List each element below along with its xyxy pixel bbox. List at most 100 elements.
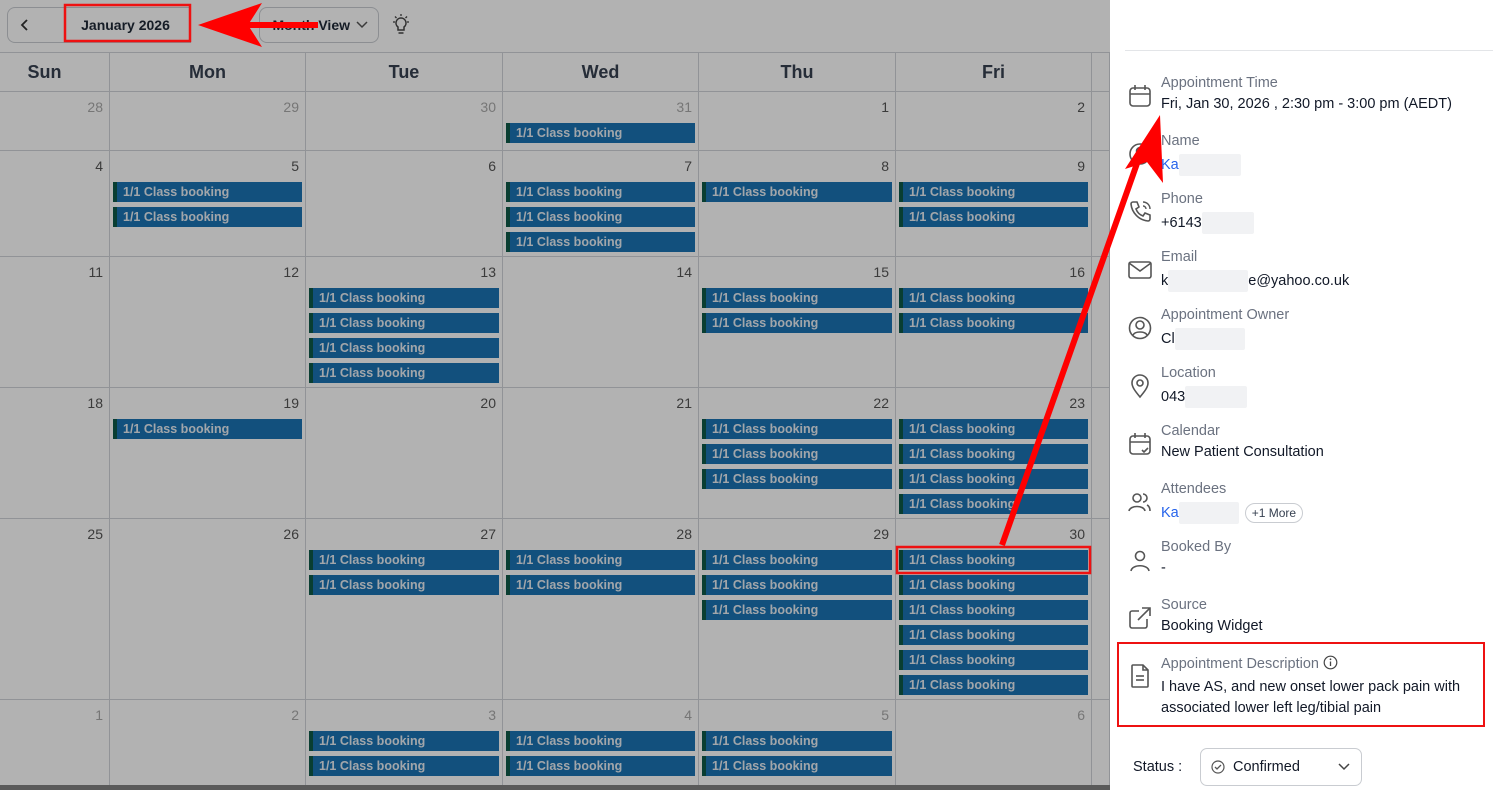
event-chip[interactable]: 1/1 Class booking: [702, 731, 892, 751]
attendees-value-row[interactable]: Ka +1 More: [1161, 502, 1304, 524]
event-chip[interactable]: 1/1 Class booking: [506, 123, 695, 143]
event-chip[interactable]: 1/1 Class booking: [899, 207, 1088, 227]
day-cell[interactable]: 28 1/1 Class booking 1/1 Class booking: [503, 519, 699, 699]
status-dropdown[interactable]: Confirmed: [1200, 748, 1362, 786]
event-chip[interactable]: 1/1 Class booking: [506, 207, 695, 227]
event-chip[interactable]: 1/1 Class booking: [899, 625, 1088, 645]
day-number: 4: [95, 158, 103, 174]
event-chip[interactable]: 1/1 Class booking: [113, 207, 302, 227]
day-cell[interactable]: 12: [110, 257, 306, 387]
day-cell[interactable]: 11: [0, 257, 110, 387]
calendar-view: January 2026 Month View Sun Mon Tue Wed Thu F…: [0, 0, 1110, 790]
day-cell[interactable]: 30: [306, 92, 503, 150]
current-month-label[interactable]: January 2026: [41, 7, 191, 43]
day-cell[interactable]: 4: [0, 151, 110, 256]
day-cell[interactable]: 14: [503, 257, 699, 387]
day-cell[interactable]: 20: [306, 388, 503, 518]
event-chip[interactable]: 1/1 Class booking: [113, 419, 302, 439]
event-chip[interactable]: 1/1 Class booking: [309, 575, 499, 595]
event-chip[interactable]: 1/1 Class booking: [506, 232, 695, 252]
event-chip[interactable]: 1/1 Class booking: [899, 650, 1088, 670]
day-cell[interactable]: 18: [0, 388, 110, 518]
event-chip[interactable]: 1/1 Class booking: [702, 313, 892, 333]
day-cell[interactable]: 16 1/1 Class booking 1/1 Class booking: [896, 257, 1092, 387]
event-chip[interactable]: 1/1 Class booking: [702, 288, 892, 308]
day-cell[interactable]: 7 1/1 Class booking 1/1 Class booking 1/1 C…: [503, 151, 699, 256]
day-cell[interactable]: 8 1/1 Class booking: [699, 151, 896, 256]
event-chip[interactable]: 1/1 Class booking: [899, 288, 1088, 308]
event-chip[interactable]: 1/1 Class booking: [899, 494, 1088, 514]
day-cell[interactable]: 2: [110, 700, 306, 789]
event-chip[interactable]: 1/1 Class booking: [702, 469, 892, 489]
event-chip[interactable]: 1/1 Class booking: [702, 600, 892, 620]
redacted-block: [1174, 328, 1245, 350]
day-cell[interactable]: 26: [110, 519, 306, 699]
view-selector[interactable]: Month View: [259, 7, 379, 43]
event-chip[interactable]: 1/1 Class booking: [899, 550, 1088, 570]
event-chip[interactable]: 1/1 Class booking: [702, 575, 892, 595]
day-cell[interactable]: 15 1/1 Class booking 1/1 Class booking: [699, 257, 896, 387]
day-cell[interactable]: 28: [0, 92, 110, 150]
day-cell[interactable]: 5 1/1 Class booking 1/1 Class booking: [699, 700, 896, 789]
prev-month-button[interactable]: [7, 7, 41, 43]
event-chip[interactable]: 1/1 Class booking: [702, 550, 892, 570]
mail-icon: [1128, 261, 1152, 279]
day-cell[interactable]: 6: [306, 151, 503, 256]
event-chip[interactable]: 1/1 Class booking: [899, 675, 1088, 695]
event-chip[interactable]: 1/1 Class booking: [899, 575, 1088, 595]
day-cell[interactable]: 19 1/1 Class booking: [110, 388, 306, 518]
event-chip[interactable]: 1/1 Class booking: [309, 313, 499, 333]
day-cell[interactable]: 3 1/1 Class booking 1/1 Class booking: [306, 700, 503, 789]
day-cell[interactable]: 9 1/1 Class booking 1/1 Class booking: [896, 151, 1092, 256]
day-cell[interactable]: 5 1/1 Class booking 1/1 Class booking: [110, 151, 306, 256]
day-number: 3: [488, 707, 496, 723]
event-chip[interactable]: 1/1 Class booking: [309, 550, 499, 570]
event-chip[interactable]: 1/1 Class booking: [506, 550, 695, 570]
event-chip[interactable]: 1/1 Class booking: [309, 731, 499, 751]
lightbulb-icon[interactable]: [391, 14, 411, 36]
event-chip[interactable]: 1/1 Class booking: [702, 182, 892, 202]
event-chip[interactable]: 1/1 Class booking: [309, 288, 499, 308]
day-cell[interactable]: 1: [699, 92, 896, 150]
event-chip[interactable]: 1/1 Class booking: [309, 363, 499, 383]
event-chip[interactable]: 1/1 Class booking: [702, 756, 892, 776]
event-chip[interactable]: 1/1 Class booking: [113, 182, 302, 202]
name-value-link[interactable]: Ka: [1161, 154, 1241, 176]
day-cell[interactable]: 29 1/1 Class booking 1/1 Class booking 1/1 …: [699, 519, 896, 699]
day-number: 8: [881, 158, 889, 174]
event-chip[interactable]: 1/1 Class booking: [899, 444, 1088, 464]
event-chip[interactable]: 1/1 Class booking: [309, 338, 499, 358]
event-chip[interactable]: 1/1 Class booking: [309, 756, 499, 776]
day-cell[interactable]: 25: [0, 519, 110, 699]
event-chip[interactable]: 1/1 Class booking: [702, 444, 892, 464]
event-chip[interactable]: 1/1 Class booking: [899, 182, 1088, 202]
day-cell[interactable]: 30 1/1 Class booking 1/1 Class booking 1/1 …: [896, 519, 1092, 699]
day-cell[interactable]: 29: [110, 92, 306, 150]
event-chip[interactable]: 1/1 Class booking: [899, 419, 1088, 439]
event-chip[interactable]: 1/1 Class booking: [702, 419, 892, 439]
day-cell[interactable]: 27 1/1 Class booking 1/1 Class booking: [306, 519, 503, 699]
day-cell[interactable]: 2: [896, 92, 1092, 150]
day-cell[interactable]: 6: [896, 700, 1092, 789]
highlight-box-description: [1117, 642, 1485, 727]
event-chip[interactable]: 1/1 Class booking: [899, 600, 1088, 620]
horizontal-scrollbar[interactable]: [0, 785, 1110, 790]
event-chip[interactable]: 1/1 Class booking: [899, 313, 1088, 333]
event-chip[interactable]: 1/1 Class booking: [506, 182, 695, 202]
day-cell[interactable]: 23 1/1 Class booking 1/1 Class booking 1/1 …: [896, 388, 1092, 518]
day-cell[interactable]: 21: [503, 388, 699, 518]
event-chip[interactable]: 1/1 Class booking: [899, 469, 1088, 489]
day-cell[interactable]: 31 1/1 Class booking: [503, 92, 699, 150]
day-cell[interactable]: 4 1/1 Class booking 1/1 Class booking: [503, 700, 699, 789]
more-attendees-chip[interactable]: +1 More: [1244, 503, 1304, 523]
day-cell[interactable]: 22 1/1 Class booking 1/1 Class booking 1/1 …: [699, 388, 896, 518]
day-cell[interactable]: 1: [0, 700, 110, 789]
day-cell[interactable]: 13 1/1 Class booking 1/1 Class booking 1/1 …: [306, 257, 503, 387]
day-number: 7: [684, 158, 692, 174]
day-number: 5: [881, 707, 889, 723]
day-number: 28: [87, 99, 103, 115]
event-chip[interactable]: 1/1 Class booking: [506, 731, 695, 751]
event-chip[interactable]: 1/1 Class booking: [506, 756, 695, 776]
day-number: 6: [1077, 707, 1085, 723]
event-chip[interactable]: 1/1 Class booking: [506, 575, 695, 595]
